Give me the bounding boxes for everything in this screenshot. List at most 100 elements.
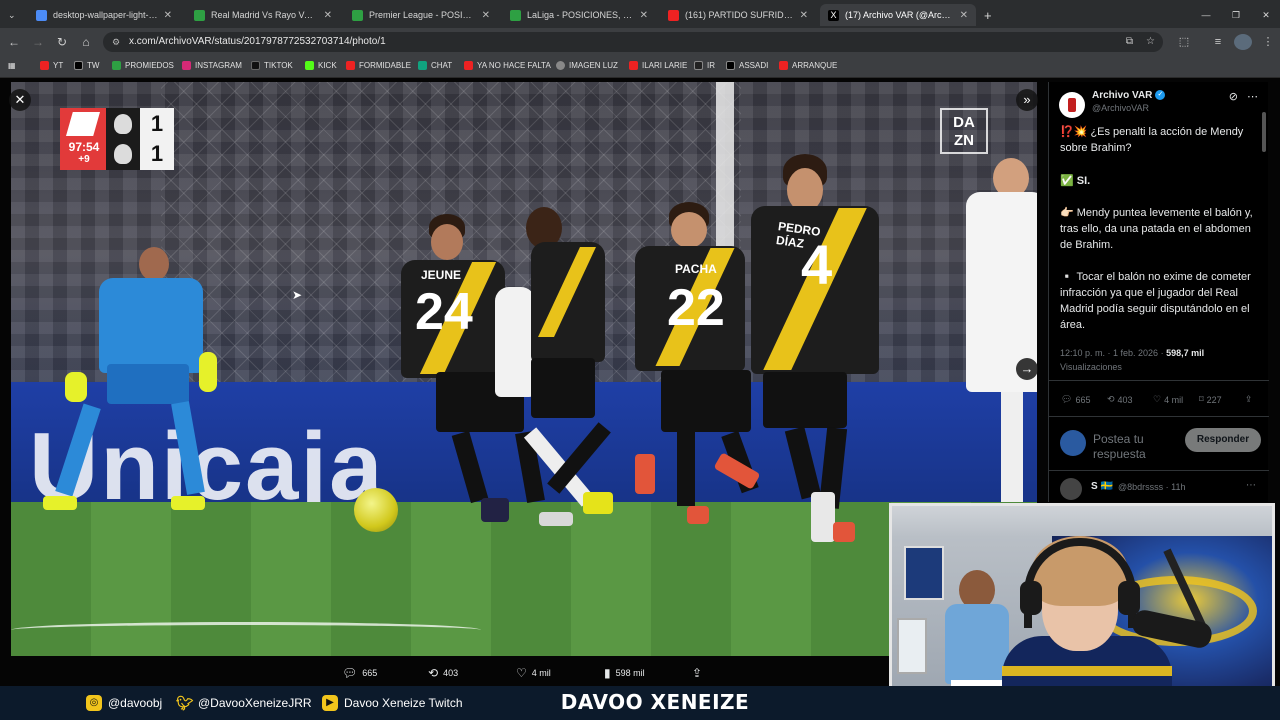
site-icon xyxy=(194,9,205,21)
reply-input[interactable]: Postea tu respuesta xyxy=(1093,432,1188,462)
tab-real-madrid[interactable]: Real Madrid Vs Rayo Vallecano ✕ xyxy=(186,4,340,26)
media-icon[interactable]: ≡ xyxy=(1210,34,1226,50)
minimize-icon[interactable]: — xyxy=(1196,4,1216,26)
bookmark-star-icon[interactable]: ☆ xyxy=(1146,32,1155,52)
tab-label: Real Madrid Vs Rayo Vallecano xyxy=(211,10,318,20)
close-icon[interactable]: ✕ xyxy=(164,10,172,21)
bookmark-ya-no-hace-falta[interactable]: YA NO HACE FALTA xyxy=(464,61,551,70)
tab-premier-league[interactable]: Premier League - POSICIONES, ✕ xyxy=(344,4,498,26)
close-icon[interactable]: ✕ xyxy=(482,10,490,21)
like-count: 4 mil xyxy=(1164,394,1184,405)
apps-icon[interactable]: ▦ xyxy=(8,61,16,70)
gk-glove xyxy=(199,352,217,392)
menu-icon[interactable]: ⋮ xyxy=(1260,34,1276,50)
site-info-icon[interactable]: ⚙ xyxy=(112,32,120,52)
reply-submit-button[interactable]: Responder xyxy=(1185,428,1261,452)
share-button[interactable]: ⇪ xyxy=(1245,394,1253,405)
author-avatar[interactable] xyxy=(1059,92,1085,118)
player-leg xyxy=(677,432,695,506)
bookmark-promiedos[interactable]: PROMIEDOS xyxy=(112,61,174,70)
collapse-panel-icon[interactable]: » xyxy=(1016,89,1038,111)
white-boot xyxy=(583,492,613,514)
url-input[interactable]: ⚙ x.com/ArchivoVAR/status/20179787725327… xyxy=(103,32,1163,52)
tab-search-icon[interactable]: ⌄ xyxy=(8,4,24,26)
grok-icon[interactable]: ⊘ xyxy=(1229,90,1238,103)
profile-avatar[interactable] xyxy=(1234,34,1252,50)
forward-icon[interactable]: → xyxy=(30,34,46,50)
my-avatar xyxy=(1060,430,1086,456)
close-photo-icon[interactable]: ✕ xyxy=(9,89,31,111)
bookmark-formidable[interactable]: FORMIDABLE xyxy=(346,61,411,70)
close-icon[interactable]: ✕ xyxy=(324,10,332,21)
more-options-icon[interactable]: ⋯ xyxy=(1247,90,1258,103)
bookmark-assadi[interactable]: ASSADI xyxy=(726,61,768,70)
maximize-icon[interactable]: ❐ xyxy=(1226,4,1246,26)
added-time: +9 xyxy=(78,154,90,165)
real-madrid-crest-icon xyxy=(114,114,132,134)
extensions-icon[interactable]: ⬚ xyxy=(1176,34,1192,50)
tweet-panel: Archivo VAR ✓ @ArchivoVAR ⊘ ⋯ ⁉️💥 ¿Es pen… xyxy=(1048,82,1269,502)
bookmark-label: YT xyxy=(53,61,64,70)
bookmark-arranque[interactable]: ARRANQUE xyxy=(779,61,837,70)
divider xyxy=(1049,416,1269,417)
comment-more-icon[interactable]: ⋯ xyxy=(1246,480,1256,491)
photo-like-button[interactable]: ♡ 4 mil xyxy=(516,666,551,680)
mouse-cursor-icon: ➤ xyxy=(292,288,303,302)
youtube-icon xyxy=(668,9,679,21)
bookmark-label: ILARI LARIE xyxy=(642,61,688,70)
site-icon xyxy=(112,61,121,70)
gk-shorts xyxy=(107,364,189,404)
reply-button[interactable]: 💬︎ 665 xyxy=(1061,394,1090,405)
bookmark-tw[interactable]: TW xyxy=(74,61,99,70)
twitter-bird-icon: 🐦︎ xyxy=(176,695,194,711)
bookmark-label: ARRANQUE xyxy=(792,61,838,70)
author-handle[interactable]: @ArchivoVAR xyxy=(1092,103,1149,113)
site-icon xyxy=(352,9,363,21)
tweet-timestamp[interactable]: 12:10 p. m. · 1 feb. 2026 · xyxy=(1060,348,1166,358)
bookmark-tiktok[interactable]: TIKTOK xyxy=(251,61,293,70)
next-photo-icon[interactable]: → xyxy=(1016,358,1038,380)
tweet-views: 598,7 mil xyxy=(1166,348,1205,358)
photo-share-button[interactable]: ⇪ xyxy=(692,666,702,680)
tab-wallpaper[interactable]: desktop-wallpaper-light-yellow ✕ xyxy=(28,4,180,26)
dazn-logo: DA ZN xyxy=(940,108,988,154)
photo-retweet-button[interactable]: ⟲ 403 xyxy=(428,666,458,680)
photo-reply-button[interactable]: 💬︎ 665 xyxy=(342,666,377,680)
youtube-channel: Davoo Xeneize Twitch xyxy=(344,696,463,710)
like-button[interactable]: ♡ 4 mil xyxy=(1153,394,1183,405)
retweet-button[interactable]: ⟲ 403 xyxy=(1107,394,1133,405)
close-icon[interactable]: ✕ xyxy=(640,10,648,21)
comment-author[interactable]: S 🇸🇪 xyxy=(1091,481,1113,492)
channel-name: DAVOO XENEIZE xyxy=(560,690,750,714)
bookmark-instagram[interactable]: INSTAGRAM xyxy=(182,61,242,70)
bookmark-yt[interactable]: YT xyxy=(40,61,63,70)
bookmark-kick[interactable]: KICK xyxy=(305,61,337,70)
bookmark-ilari-larie[interactable]: ILARI LARIE xyxy=(629,61,687,70)
home-icon[interactable]: ⌂ xyxy=(78,34,94,50)
panel-scrollbar[interactable] xyxy=(1262,112,1266,152)
bookmark-imagen-luz[interactable]: IMAGEN LUZ xyxy=(556,61,618,70)
tweet-text-line2: ✅ SI. xyxy=(1060,175,1091,187)
pitch-line xyxy=(11,622,481,638)
back-icon[interactable]: ← xyxy=(6,34,22,50)
new-tab-button[interactable]: + xyxy=(980,4,1000,26)
divider xyxy=(1049,380,1269,381)
bookmark-button[interactable]: ⌑ 227 xyxy=(1199,394,1222,405)
tab-youtube[interactable]: (161) PARTIDO SUFRIDO: MADR ✕ xyxy=(660,4,816,26)
tab-laliga[interactable]: LaLiga - POSICIONES, RESULTA ✕ xyxy=(502,4,656,26)
author-name[interactable]: Archivo VAR ✓ xyxy=(1092,90,1166,101)
close-icon[interactable]: ✕ xyxy=(960,10,968,21)
tab-label: Premier League - POSICIONES, xyxy=(369,10,476,20)
bookmark-ir[interactable]: IR xyxy=(694,61,715,70)
url-text: x.com/ArchivoVAR/status/2017978772532703… xyxy=(129,36,386,47)
close-icon[interactable]: ✕ xyxy=(800,10,808,21)
bookmark-chat[interactable]: CHAT xyxy=(418,61,452,70)
comment-avatar[interactable] xyxy=(1060,478,1082,500)
tab-archivo-var[interactable]: X (17) Archivo VAR (@ArchivoVAR) ✕ xyxy=(820,4,976,26)
close-window-icon[interactable]: ✕ xyxy=(1256,4,1276,26)
reload-icon[interactable]: ↻ xyxy=(54,34,70,50)
photo-views[interactable]: ▮ 598 mil xyxy=(604,666,645,680)
white-shirt xyxy=(495,287,535,397)
install-icon[interactable]: ⧉ xyxy=(1126,32,1133,52)
globe-icon xyxy=(36,9,47,21)
